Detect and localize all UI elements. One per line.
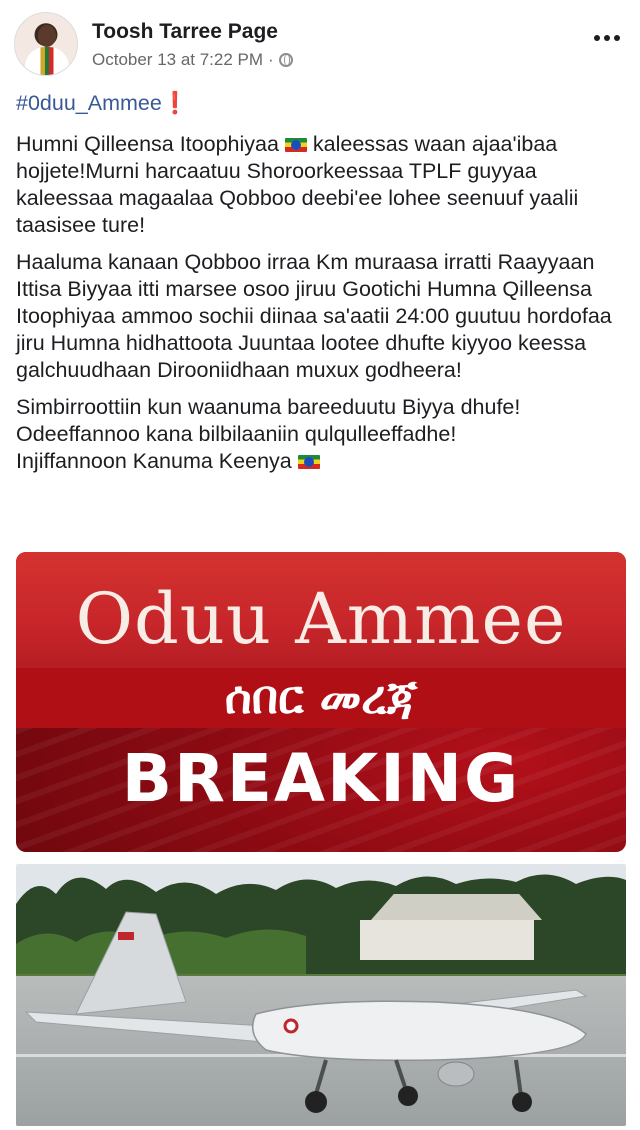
breaking-news-image[interactable]: Oduu Ammee ሰበር መረጃ BREAKING xyxy=(16,552,626,852)
drone-photo[interactable] xyxy=(16,864,626,1126)
avatar-face xyxy=(38,25,56,47)
post-meta: October 13 at 7:22 PM · xyxy=(92,50,293,70)
post-paragraph-1: Humni Qilleensa Itoophiyaa kaleessas waa… xyxy=(16,131,628,239)
post-text: #0duu_Ammee❗ Humni Qilleensa Itoophiyaa … xyxy=(16,90,628,485)
paragraph-1-text-a: Humni Qilleensa Itoophiyaa xyxy=(16,132,285,156)
ethiopian-flag-icon xyxy=(284,138,307,152)
post-paragraph-3: Simbirroottiin kun waanuma bareeduutu Bi… xyxy=(16,394,628,475)
more-dot xyxy=(604,35,610,41)
post-timestamp[interactable]: October 13 at 7:22 PM xyxy=(92,50,263,70)
hashtag-text[interactable]: #0duu_Ammee xyxy=(16,91,162,115)
more-options-button[interactable] xyxy=(592,28,622,48)
page-avatar[interactable] xyxy=(14,12,78,76)
more-dot xyxy=(614,35,620,41)
post-paragraph-2: Haaluma kanaan Qobboo irraa Km muraasa i… xyxy=(16,250,612,382)
paragraph-3-line-2: Odeeffannoo kana bilbilaaniin qulqulleef… xyxy=(16,422,457,446)
banner-title-amharic: ሰበር መረጃ xyxy=(224,670,418,724)
banner-title-oduu-ammee: Oduu Ammee xyxy=(75,578,567,660)
post-header: Toosh Tarree Page October 13 at 7:22 PM … xyxy=(0,0,640,84)
ethiopian-flag-icon xyxy=(297,455,320,469)
banner-title-breaking: BREAKING xyxy=(121,740,521,817)
avatar-dress xyxy=(25,47,69,75)
globe-icon[interactable] xyxy=(278,53,293,67)
paragraph-3-line-1: Simbirroottiin kun waanuma bareeduutu Bi… xyxy=(16,395,521,419)
more-horizontal-icon xyxy=(594,35,600,41)
meta-separator: · xyxy=(268,50,274,69)
paragraph-3-line-3: Injiffannoon Kanuma Keenya xyxy=(16,449,298,473)
drone-icon xyxy=(24,911,588,1113)
exclamation-icon: ❗ xyxy=(161,91,189,115)
page-name-link[interactable]: Toosh Tarree Page xyxy=(92,20,278,44)
hashtag-link[interactable]: #0duu_Ammee❗ xyxy=(16,90,628,117)
